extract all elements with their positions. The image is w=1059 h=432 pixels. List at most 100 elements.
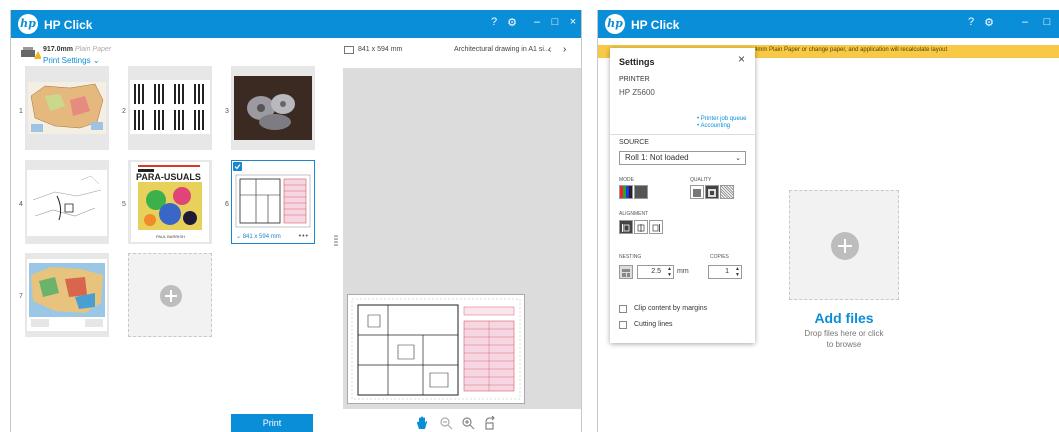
thumbnail-usa-topo-map[interactable]	[25, 253, 109, 337]
mode-grayscale-icon[interactable]	[634, 185, 648, 199]
maximize-button[interactable]: □	[548, 16, 562, 28]
media-type: Plain Paper	[74, 46, 112, 53]
title-bar: hp HP Click ? ⚙ – □ ×	[11, 10, 581, 38]
source-label: SOURCE	[619, 139, 649, 146]
preview-canvas[interactable]	[343, 68, 581, 409]
clip-content-checkbox[interactable]	[619, 305, 627, 313]
nesting-glyph-icon	[622, 269, 630, 277]
thumbnail-number: 7	[19, 293, 23, 300]
settings-gear-button[interactable]: ⚙	[982, 16, 996, 29]
thumbnail-pattern[interactable]	[128, 66, 212, 150]
mode-color-icon[interactable]	[619, 185, 633, 199]
print-settings-label: Print Settings	[43, 56, 91, 65]
nesting-spinner[interactable]: 2.5 ▲ ▼	[637, 265, 674, 279]
quality-low-icon[interactable]	[690, 185, 704, 199]
previous-page-button[interactable]: ‹	[548, 44, 551, 55]
close-settings-button[interactable]: ×	[738, 52, 745, 66]
chevron-down-icon: ⌄	[236, 234, 242, 240]
check-icon	[234, 164, 241, 170]
mode-label: MODE	[619, 177, 634, 183]
copies-spinner[interactable]: 1 ▲ ▼	[708, 265, 742, 279]
media-size-value: 917.0mm	[43, 46, 73, 53]
add-files-subtitle: Drop files here or click to browse	[784, 328, 904, 350]
print-button[interactable]: Print	[231, 414, 313, 432]
align-left-glyph-icon	[622, 224, 630, 232]
align-right-icon[interactable]	[649, 220, 663, 234]
align-right-glyph-icon	[652, 224, 660, 232]
quality-low-glyph-icon	[693, 189, 701, 197]
accounting-link[interactable]: • Accounting	[697, 123, 746, 130]
selected-checkbox[interactable]	[233, 162, 242, 171]
pattern-image-icon	[130, 80, 210, 134]
hp-logo-icon: hp	[605, 14, 625, 34]
align-left-icon[interactable]	[619, 220, 633, 234]
settings-title: Settings	[619, 57, 655, 67]
next-page-button[interactable]: ›	[563, 44, 566, 55]
page-size-icon	[344, 46, 354, 54]
add-files-dropzone[interactable]	[789, 190, 899, 300]
floor-plan-image-icon	[235, 174, 311, 228]
alignment-label: ALIGNMENT	[619, 211, 649, 217]
thumbnail-number: 6	[225, 201, 229, 208]
printer-label: PRINTER	[619, 76, 650, 83]
thumbnail-number: 3	[225, 108, 229, 115]
zoom-in-icon[interactable]	[461, 416, 475, 430]
clip-content-label: Clip content by margins	[634, 305, 708, 312]
add-files-title[interactable]: Add files	[784, 310, 904, 326]
nesting-icon[interactable]	[619, 265, 633, 279]
accounting-label: Accounting	[700, 123, 731, 129]
hand-icon[interactable]	[415, 416, 429, 430]
divider	[610, 134, 755, 135]
nesting-value: 2.5	[651, 268, 661, 275]
app-title: HP Click	[631, 18, 680, 32]
cutting-lines-checkbox[interactable]	[619, 321, 627, 329]
add-files-subtitle-line-2: to browse	[826, 340, 862, 349]
print-settings-link[interactable]: Print Settings ⌄	[43, 56, 100, 65]
spinner-arrows-icon[interactable]: ▲ ▼	[735, 266, 740, 278]
plus-icon	[160, 285, 182, 307]
splitter-handle-icon[interactable]	[334, 235, 338, 247]
thumbnail-photo[interactable]	[231, 66, 315, 150]
map-image-icon	[28, 82, 106, 134]
source-value: Roll 1: Not loaded	[625, 153, 689, 162]
book-cover-caption: PAUL BARRISH	[156, 234, 185, 239]
help-button[interactable]: ?	[964, 16, 978, 28]
printer-job-queue-link[interactable]: • Printer job queue	[697, 116, 746, 123]
preview-file-name: Architectural drawing in A1 si...	[454, 46, 550, 53]
quality-high-icon[interactable]	[720, 185, 734, 199]
hp-click-window-right: hp HP Click ? ⚙ – □ 4mm Plain Paper or c…	[597, 10, 1059, 432]
spinner-arrows-icon[interactable]: ▲ ▼	[667, 266, 672, 278]
thumbnail-number: 5	[122, 201, 126, 208]
thumbnail-us-map[interactable]	[25, 66, 109, 150]
thumbnail-number: 1	[19, 108, 23, 115]
more-options-button[interactable]: •••	[299, 233, 309, 240]
thumbnail-number: 2	[122, 108, 126, 115]
photo-image-icon	[234, 76, 312, 140]
printer-links: • Printer job queue • Accounting	[697, 116, 746, 130]
copies-label: COPIES	[710, 254, 729, 260]
app-title: HP Click	[44, 18, 93, 32]
thumbnail-sketch[interactable]	[25, 160, 109, 244]
minimize-button[interactable]: –	[530, 16, 544, 28]
minimize-button[interactable]: –	[1018, 16, 1032, 28]
preview-sheet	[347, 294, 525, 404]
help-button[interactable]: ?	[487, 16, 501, 28]
thumbnail-book-cover[interactable]: PARA-USUALS PAUL BARRISH	[128, 160, 212, 244]
quality-normal-icon[interactable]	[705, 185, 719, 199]
screen: hp HP Click ? ⚙ – □ × 917.0mm Plain Pape…	[0, 0, 1059, 432]
maximize-button[interactable]: □	[1040, 16, 1054, 28]
sketch-image-icon	[27, 170, 107, 236]
rotate-icon[interactable]	[483, 416, 497, 430]
hp-logo-icon: hp	[18, 14, 38, 34]
floor-plan-preview-icon	[351, 298, 521, 400]
zoom-out-icon[interactable]	[439, 416, 453, 430]
align-center-icon[interactable]	[634, 220, 648, 234]
quality-label: QUALITY	[690, 177, 712, 183]
add-file-tile[interactable]	[128, 253, 212, 337]
preview-header: 841 x 594 mm Architectural drawing in A1…	[343, 44, 581, 58]
thumbnail-floor-plan-selected[interactable]: ⌄ 841 x 594 mm •••	[231, 160, 315, 244]
source-select[interactable]: Roll 1: Not loaded ⌄	[619, 151, 746, 165]
close-button[interactable]: ×	[566, 16, 580, 28]
settings-gear-button[interactable]: ⚙	[505, 16, 519, 29]
thumbnail-size-label[interactable]: ⌄ 841 x 594 mm	[236, 233, 281, 240]
